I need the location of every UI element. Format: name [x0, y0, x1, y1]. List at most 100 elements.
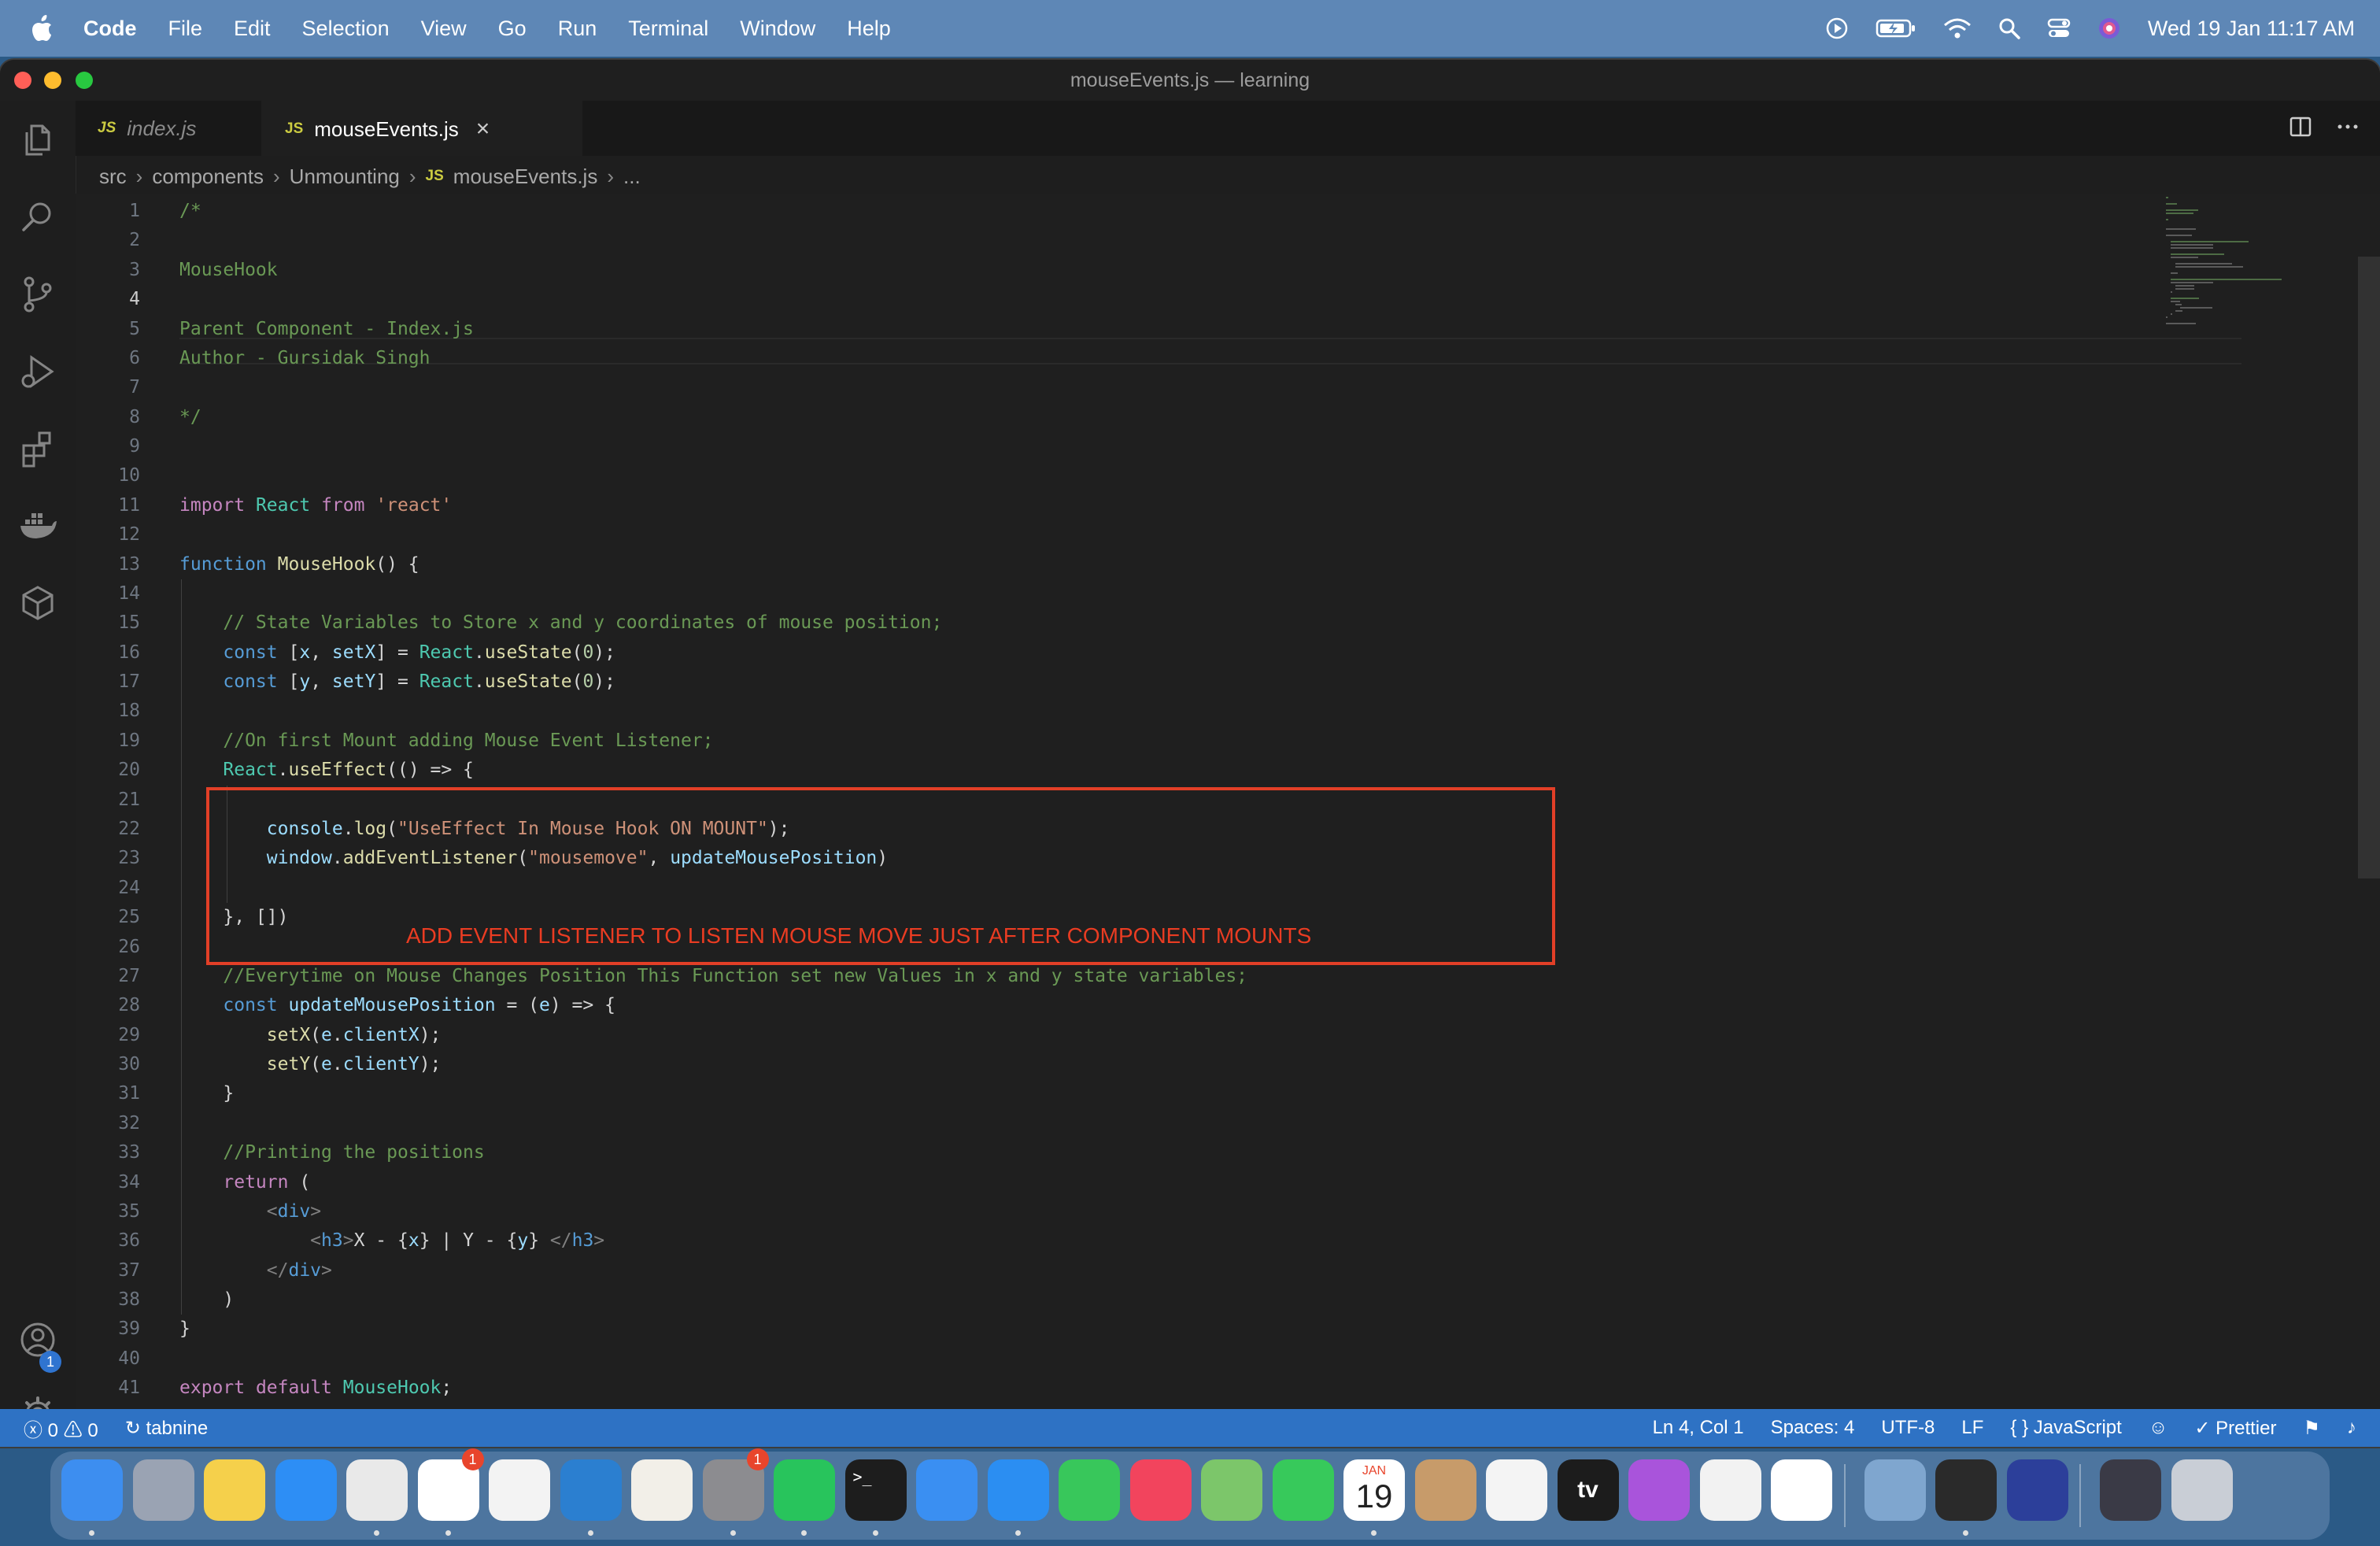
dock-app-reminders[interactable]: [1486, 1459, 1547, 1521]
dock-app-chrome[interactable]: [346, 1459, 408, 1521]
battery-icon[interactable]: [1876, 18, 1916, 39]
code-line[interactable]: /*: [179, 197, 201, 225]
dock-app-maps[interactable]: [1201, 1459, 1262, 1521]
tab-index-js[interactable]: JS index.js: [76, 101, 261, 156]
dock-app-contacts[interactable]: [1414, 1459, 1476, 1521]
code-line[interactable]: React.useEffect(() => {: [179, 756, 474, 784]
code-line[interactable]: <div>: [179, 1197, 321, 1226]
dock-app-launchpad[interactable]: [132, 1459, 194, 1521]
split-editor-icon[interactable]: [2289, 115, 2312, 139]
search-icon[interactable]: [17, 197, 58, 238]
code-line[interactable]: ): [179, 1285, 234, 1314]
breadcrumb-src[interactable]: src: [99, 165, 127, 189]
code-line[interactable]: Author - Gursidak Singh: [179, 344, 431, 372]
code-line[interactable]: //Printing the positions: [179, 1138, 484, 1167]
feedback-icon[interactable]: ⚑: [2303, 1417, 2320, 1440]
source-control-icon[interactable]: [17, 274, 58, 315]
code-line[interactable]: export default MouseHook;: [179, 1374, 452, 1402]
menu-view[interactable]: View: [421, 17, 467, 41]
code-line[interactable]: //On first Mount adding Mouse Event List…: [179, 727, 713, 755]
dock-app-messages[interactable]: [1059, 1459, 1120, 1521]
code-line[interactable]: //Everytime on Mouse Changes Position Th…: [179, 962, 1247, 990]
close-tab-icon[interactable]: ×: [476, 116, 490, 142]
close-window-button[interactable]: [14, 72, 31, 89]
menu-window[interactable]: Window: [740, 17, 815, 41]
dock-app-calendar[interactable]: JAN 19: [1343, 1459, 1405, 1521]
dock-app-podcasts[interactable]: [1628, 1459, 1690, 1521]
code-line[interactable]: MouseHook: [179, 256, 278, 284]
code-line[interactable]: const updateMousePosition = (e) => {: [179, 991, 615, 1019]
dock-app-apple-tv[interactable]: tv: [1557, 1459, 1619, 1521]
eol-status[interactable]: LF: [1961, 1417, 1983, 1439]
dock-app-whatsapp[interactable]: [774, 1459, 835, 1521]
siri-icon[interactable]: [2097, 17, 2121, 40]
tabnine-status[interactable]: ↻ tabnine: [125, 1417, 209, 1440]
dock-app-notes[interactable]: [204, 1459, 265, 1521]
prettier-status[interactable]: ✓ Prettier: [2194, 1417, 2276, 1440]
control-center-icon[interactable]: [2047, 17, 2071, 39]
code-line[interactable]: import React from 'react': [179, 491, 452, 520]
problems-status[interactable]: ⓧ 0 ⚠ 0: [24, 1415, 98, 1442]
menu-bar-clock[interactable]: Wed 19 Jan 11:17 AM: [2148, 17, 2355, 41]
dock-app-photos[interactable]: [489, 1459, 550, 1521]
code-line[interactable]: const [x, setX] = React.useState(0);: [179, 638, 615, 667]
docker-icon[interactable]: [17, 505, 58, 546]
code-editor[interactable]: 1 2 3 4 5 6 7 8 9 10 11 12 13 14 15 16 17 18 19 20 21 22 23 24 2…: [76, 194, 2380, 1428]
copilot-icon[interactable]: ☺: [2149, 1417, 2168, 1439]
screen-record-icon[interactable]: [1825, 17, 1849, 40]
menu-go[interactable]: Go: [498, 17, 527, 41]
breadcrumb-file[interactable]: mouseEvents.js: [453, 165, 598, 189]
menu-terminal[interactable]: Terminal: [628, 17, 708, 41]
dock-app-app-store[interactable]: [987, 1459, 1049, 1521]
code-line[interactable]: const [y, setY] = React.useState(0);: [179, 668, 615, 696]
tab-mouseevents-js[interactable]: JS mouseEvents.js ×: [261, 101, 582, 156]
breadcrumb-unmounting[interactable]: Unmounting: [290, 165, 400, 189]
code-line[interactable]: function MouseHook() {: [179, 550, 419, 579]
minimize-window-button[interactable]: [44, 72, 61, 89]
code-line[interactable]: // State Variables to Store x and y coor…: [179, 608, 942, 637]
code-line[interactable]: </div>: [179, 1256, 332, 1285]
dock-app-keynote[interactable]: [1699, 1459, 1761, 1521]
code-line[interactable]: }: [179, 1315, 190, 1343]
code-line[interactable]: Parent Component - Index.js: [179, 315, 474, 343]
dock-app-activity-monitor[interactable]: [1935, 1459, 1997, 1521]
menu-edit[interactable]: Edit: [234, 17, 271, 41]
minimap[interactable]: [2166, 194, 2363, 509]
menu-selection[interactable]: Selection: [302, 17, 390, 41]
run-debug-icon[interactable]: [17, 351, 58, 392]
dock-app-trash[interactable]: [2171, 1459, 2233, 1521]
dock-app-screen-saver[interactable]: [2006, 1459, 2068, 1521]
code-line[interactable]: setY(e.clientY);: [179, 1050, 442, 1078]
dock-app-safari[interactable]: [275, 1459, 337, 1521]
zoom-window-button[interactable]: [76, 72, 93, 89]
dock-app-preview[interactable]: [1864, 1459, 1926, 1521]
remote-explorer-icon[interactable]: [17, 583, 58, 623]
breadcrumb-symbols[interactable]: ...: [623, 165, 641, 189]
code-line[interactable]: return (: [179, 1168, 310, 1196]
menu-run[interactable]: Run: [558, 17, 597, 41]
code-line[interactable]: */: [179, 403, 201, 431]
explorer-icon[interactable]: [17, 120, 58, 161]
menu-file[interactable]: File: [168, 17, 203, 41]
dock-app-facetime[interactable]: [1272, 1459, 1334, 1521]
dock-app-terminal[interactable]: >_: [844, 1459, 907, 1521]
code-line[interactable]: setX(e.clientX);: [179, 1021, 442, 1049]
menu-help[interactable]: Help: [847, 17, 891, 41]
dock-app-vscode[interactable]: [560, 1459, 622, 1521]
dock-app-music[interactable]: [1129, 1459, 1192, 1521]
dock-app-mail[interactable]: [916, 1459, 978, 1521]
indentation-status[interactable]: Spaces: 4: [1771, 1417, 1855, 1439]
apple-logo-icon[interactable]: [30, 14, 57, 43]
dock-app-numbers[interactable]: [1771, 1459, 1832, 1521]
more-actions-icon[interactable]: [2336, 115, 2360, 139]
spotlight-search-icon[interactable]: [1998, 17, 2020, 39]
language-mode[interactable]: { } JavaScript: [2010, 1417, 2121, 1439]
code-line[interactable]: }: [179, 1079, 234, 1108]
dock-app-textedit[interactable]: [631, 1459, 693, 1521]
wifi-icon[interactable]: [1943, 17, 1972, 39]
notifications-bell-icon[interactable]: ♪: [2347, 1417, 2356, 1439]
dock-app-downloads[interactable]: [2100, 1459, 2161, 1521]
menu-app-name[interactable]: Code: [83, 17, 137, 41]
dock-app-finder[interactable]: [61, 1459, 123, 1521]
editor-scrollbar[interactable]: [2358, 257, 2380, 878]
